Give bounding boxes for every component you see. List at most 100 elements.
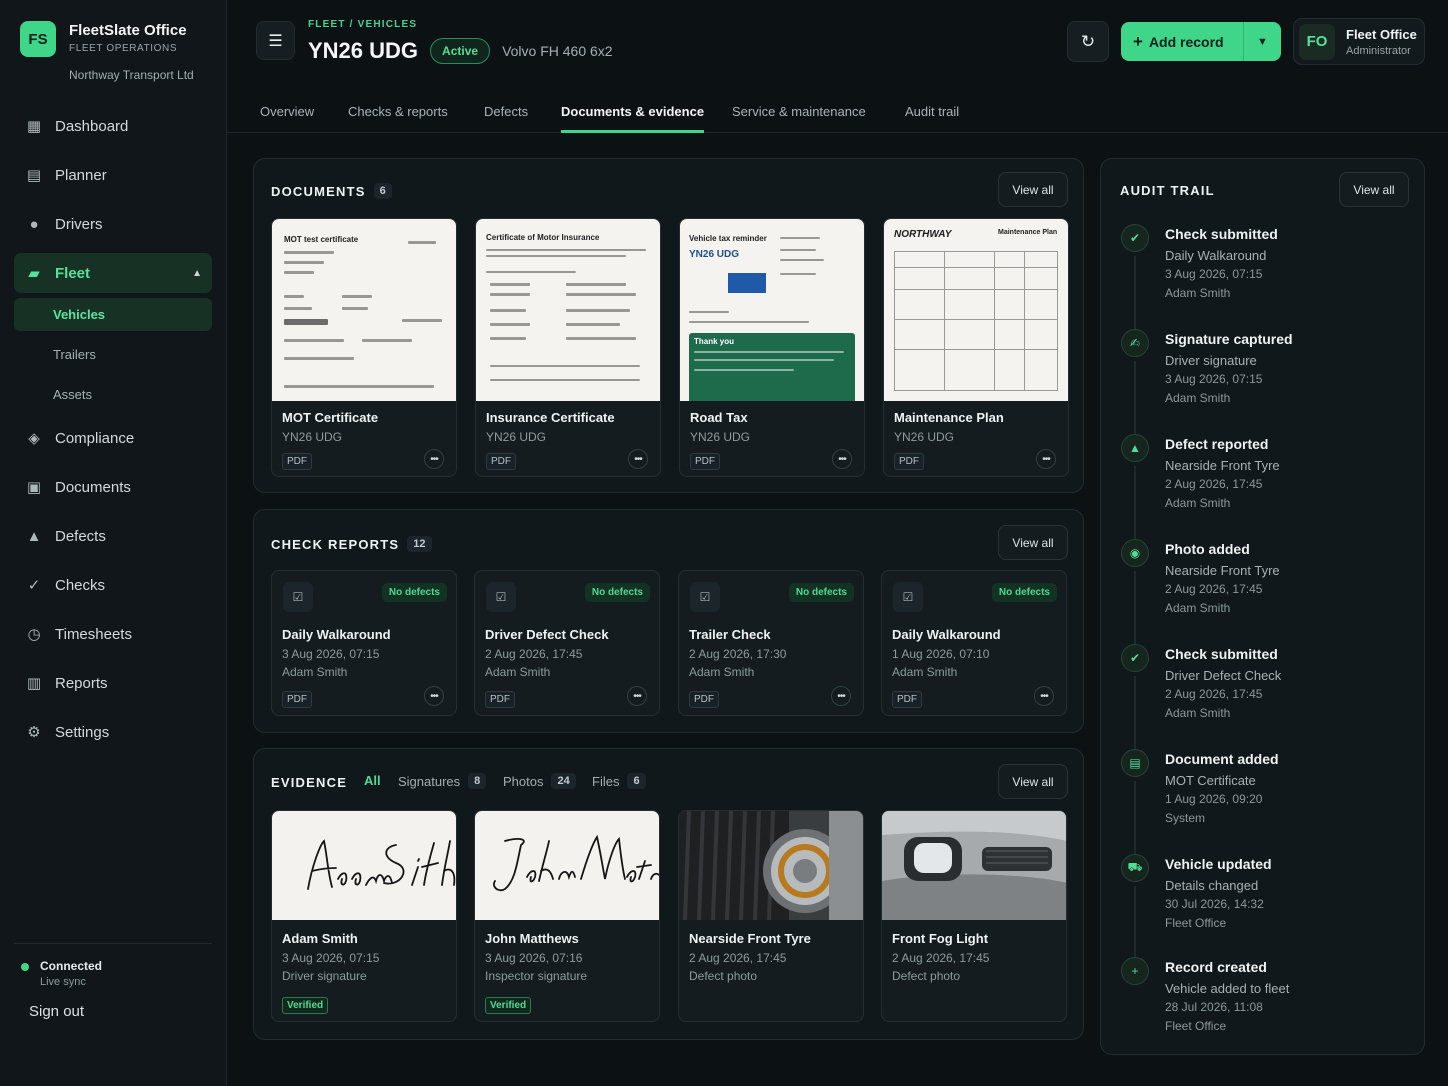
breadcrumb[interactable]: FLEET / VEHICLES xyxy=(308,19,417,30)
evidence-title: Nearside Front Tyre xyxy=(689,931,811,946)
warning-icon: ▲ xyxy=(26,527,42,545)
tab-defects[interactable]: Defects xyxy=(484,91,528,133)
documents-view-all-button[interactable]: View all xyxy=(998,172,1068,207)
tab-documents-evidence[interactable]: Documents & evidence xyxy=(561,91,705,133)
nav-item-fleet[interactable]: ▰ Fleet ▲ xyxy=(14,253,212,293)
subnav-item-assets[interactable]: Assets xyxy=(14,378,212,411)
check-report-card[interactable]: ☑ No defects Daily Walkaround 1 Aug 2026… xyxy=(881,570,1067,716)
check-title: Daily Walkaround xyxy=(282,627,391,642)
evidence-time: 3 Aug 2026, 07:16 xyxy=(485,951,583,965)
document-card-maintenance[interactable]: NORTHWAY Maintenance Plan Maintenance Pl… xyxy=(883,218,1069,477)
tab-bar: Overview Checks & reports Defects Docume… xyxy=(227,91,1448,133)
evidence-card-signature[interactable]: Adam Smith 3 Aug 2026, 07:15 Driver sign… xyxy=(271,810,457,1022)
more-options-icon[interactable]: ••• xyxy=(424,686,444,706)
evidence-filter-files[interactable]: Files 6 xyxy=(592,773,646,789)
evidence-card-photo[interactable]: Front Fog Light 2 Aug 2026, 17:45 Defect… xyxy=(881,810,1067,1022)
refresh-button[interactable]: ↻ xyxy=(1067,21,1109,62)
fog-light-photo xyxy=(882,811,1066,920)
documents-count: 6 xyxy=(373,183,392,199)
evidence-card-signature[interactable]: John Matthews 3 Aug 2026, 07:16 Inspecto… xyxy=(474,810,660,1022)
no-defects-badge: No defects xyxy=(991,583,1057,602)
evidence-time: 2 Aug 2026, 17:45 xyxy=(892,951,990,965)
document-title: Insurance Certificate xyxy=(486,410,615,425)
more-options-icon[interactable]: ••• xyxy=(831,686,851,706)
hamburger-icon: ☰ xyxy=(268,32,283,50)
file-type-tag: PDF xyxy=(892,691,922,708)
check-user: Adam Smith xyxy=(689,665,755,679)
car-icon: ⛟ xyxy=(1121,854,1149,882)
evidence-type: Defect photo xyxy=(689,969,758,983)
evidence-type: Driver signature xyxy=(282,969,367,983)
file-type-tag: PDF xyxy=(689,691,719,708)
more-options-icon[interactable]: ••• xyxy=(1034,686,1054,706)
evidence-time: 3 Aug 2026, 07:15 xyxy=(282,951,380,965)
document-icon: ▣ xyxy=(26,479,42,496)
check-user: Adam Smith xyxy=(485,665,551,679)
sidebar: FS FleetSlate Office FLEET OPERATIONS No… xyxy=(0,0,227,1086)
brand[interactable]: FS FleetSlate Office FLEET OPERATIONS xyxy=(20,21,187,57)
evidence-view-all-button[interactable]: View all xyxy=(998,764,1068,799)
more-options-icon[interactable]: ••• xyxy=(832,449,852,469)
sidebar-footer: Connected Live sync Sign out xyxy=(14,943,212,1020)
clipboard-check-icon: ☑ xyxy=(486,582,516,612)
nav-item-dashboard[interactable]: ▦ Dashboard xyxy=(14,106,212,146)
brand-name: FleetSlate Office xyxy=(69,22,187,39)
add-record-button[interactable]: + Add record ▼ xyxy=(1121,22,1281,61)
menu-button[interactable]: ☰ xyxy=(256,21,295,60)
evidence-card-photo[interactable]: Nearside Front Tyre 2 Aug 2026, 17:45 De… xyxy=(678,810,864,1022)
gear-icon: ⚙ xyxy=(27,724,41,741)
check-report-card[interactable]: ☑ No defects Daily Walkaround 3 Aug 2026… xyxy=(271,570,457,716)
check-reports-view-all-button[interactable]: View all xyxy=(998,525,1068,560)
audit-trail-title: AUDIT TRAIL xyxy=(1120,183,1215,198)
evidence-type: Inspector signature xyxy=(485,969,588,983)
evidence-filter-photos[interactable]: Photos 24 xyxy=(503,773,576,789)
verified-badge: Verified xyxy=(282,997,329,1014)
more-options-icon[interactable]: ••• xyxy=(424,449,444,469)
file-type-tag: PDF xyxy=(690,453,720,470)
nav-item-timesheets[interactable]: ◷ Timesheets xyxy=(14,614,212,654)
avatar: FO xyxy=(1299,23,1335,60)
more-options-icon[interactable]: ••• xyxy=(627,686,647,706)
plus-icon: + xyxy=(1133,31,1143,51)
check-icon: ✓ xyxy=(27,577,41,594)
tab-checks-reports[interactable]: Checks & reports xyxy=(348,91,448,133)
subnav-item-trailers[interactable]: Trailers xyxy=(14,338,212,371)
nav-item-defects[interactable]: ▲ Defects xyxy=(14,516,212,556)
tyre-photo xyxy=(679,811,863,920)
person-icon: ● xyxy=(29,215,39,233)
signature-image xyxy=(475,811,659,920)
tab-overview[interactable]: Overview xyxy=(260,91,314,133)
tab-audit-trail[interactable]: Audit trail xyxy=(905,91,959,133)
subnav-item-vehicles[interactable]: Vehicles xyxy=(14,298,212,331)
document-card-road-tax[interactable]: Vehicle tax reminder YN26 UDG Thank you … xyxy=(679,218,865,477)
signature-icon: ✍ xyxy=(1121,329,1149,357)
diamond-icon: ◈ xyxy=(28,430,40,447)
more-options-icon[interactable]: ••• xyxy=(628,449,648,469)
evidence-filter-all[interactable]: All xyxy=(364,773,381,788)
document-card-mot[interactable]: MOT test certificate MOT Certificate YN2… xyxy=(271,218,457,477)
file-type-tag: PDF xyxy=(282,453,312,470)
nav-item-settings[interactable]: ⚙ Settings xyxy=(14,712,212,752)
tab-service-maintenance[interactable]: Service & maintenance xyxy=(732,91,866,133)
check-report-card[interactable]: ☑ No defects Driver Defect Check 2 Aug 2… xyxy=(474,570,660,716)
vehicle-model: Volvo FH 460 6x2 xyxy=(502,43,613,59)
user-menu[interactable]: FO Fleet Office Administrator xyxy=(1293,18,1425,65)
nav-item-checks[interactable]: ✓ Checks xyxy=(14,565,212,605)
sign-out-link[interactable]: Sign out xyxy=(29,1003,212,1020)
check-report-card[interactable]: ☑ No defects Trailer Check 2 Aug 2026, 1… xyxy=(678,570,864,716)
evidence-filter-signatures[interactable]: Signatures 8 xyxy=(398,773,487,789)
audit-trail-view-all-button[interactable]: View all xyxy=(1339,172,1409,207)
file-type-tag: PDF xyxy=(485,691,515,708)
nav-item-planner[interactable]: ▤ Planner xyxy=(14,155,212,195)
check-time: 2 Aug 2026, 17:30 xyxy=(689,647,787,661)
nav-item-documents[interactable]: ▣ Documents xyxy=(14,467,212,507)
nav-item-compliance[interactable]: ◈ Compliance xyxy=(14,418,212,458)
add-record-dropdown[interactable]: ▼ xyxy=(1243,22,1281,61)
nav-item-drivers[interactable]: ● Drivers xyxy=(14,204,212,244)
insurance-certificate-thumbnail: Certificate of Motor Insurance xyxy=(476,219,660,401)
document-card-insurance[interactable]: Certificate of Motor Insurance Insurance… xyxy=(475,218,661,477)
nav-item-reports[interactable]: ▥ Reports xyxy=(14,663,212,703)
file-type-tag: PDF xyxy=(894,453,924,470)
more-options-icon[interactable]: ••• xyxy=(1036,449,1056,469)
status-dot-icon xyxy=(21,963,29,971)
